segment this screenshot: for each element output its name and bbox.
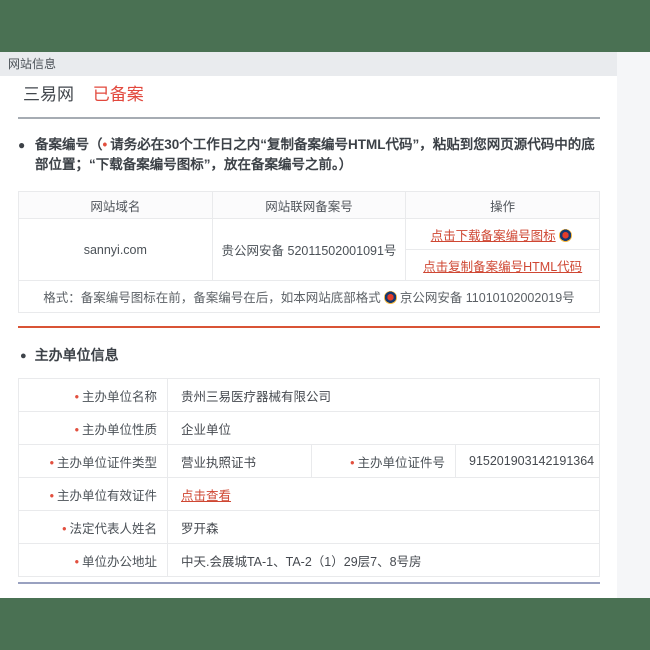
organizer-section-title-text: 主办单位信息 (34, 347, 119, 363)
divider-red (18, 326, 600, 328)
red-dot-icon: • (350, 455, 355, 470)
red-dot-icon: • (102, 137, 108, 152)
notice-prefix: 备案编号（ (35, 137, 103, 152)
bullet-icon: ● (18, 138, 26, 152)
filing-table-header-row: 网站域名 网站联网备案号 操作 (18, 191, 600, 219)
view-certificate-link[interactable]: 点击查看 (181, 489, 231, 503)
filing-status-badge: 已备案 (92, 85, 144, 104)
org-nature-label-cell: • 主办单位性质 (18, 411, 168, 445)
action-copy-cell: 点击复制备案编号HTML代码 (405, 249, 600, 281)
table-row: • 主办单位性质 企业单位 (18, 411, 600, 445)
valid-cert-value-cell: 点击查看 (167, 477, 600, 511)
format-note-cell: 格式：备案编号图标在前，备案编号在后，如本网站底部格式 京公网安备 1101010… (18, 280, 600, 313)
col-header-filing-number: 网站联网备案号 (211, 191, 407, 219)
police-badge-icon (558, 228, 572, 242)
col-header-actions: 操作 (405, 191, 600, 219)
police-badge-icon (383, 291, 397, 304)
table-row: • 法定代表人姓名 罗开森 (18, 510, 600, 544)
red-dot-icon: • (49, 488, 54, 503)
org-name-label: 主办单位名称 (81, 389, 157, 404)
notice-body: 请务必在30个工作日之内“复制备案编号HTML代码”，粘贴到您网页源代码中的底部… (35, 137, 595, 172)
red-dot-icon: • (49, 455, 54, 470)
table-row: • 主办单位名称 贵州三易医疗器械有限公司 (18, 378, 600, 412)
organizer-table: • 主办单位名称 贵州三易医疗器械有限公司 • 主办单位性质 企业单位 • 主办单位证… (18, 378, 600, 577)
table-row: • 主办单位有效证件 点击查看 (18, 477, 600, 511)
filing-format-row: 格式：备案编号图标在前，备案编号在后，如本网站底部格式 京公网安备 1101010… (18, 280, 600, 313)
filing-number-cell: 贵公网安备 52011502001091号 (211, 218, 407, 281)
card-body: 三易网 已备案 ● 备案编号（• 请务必在30个工作日之内“复制备案编号HTML代… (0, 84, 617, 584)
filing-table: 网站域名 网站联网备案号 操作 sannyi.com 贵公网安备 5201150… (18, 191, 600, 313)
red-dot-icon: • (74, 554, 79, 569)
valid-cert-label-cell: • 主办单位有效证件 (18, 477, 168, 511)
bottom-green-bar (0, 598, 650, 650)
office-address-label-cell: • 单位办公地址 (18, 543, 168, 577)
red-dot-icon: • (62, 521, 67, 536)
format-note-suffix: 京公网安备 11010102002019号 (399, 291, 575, 305)
divider-blue (18, 582, 600, 584)
org-name-label-cell: • 主办单位名称 (18, 378, 168, 412)
card-header-title: 网站信息 (8, 57, 57, 71)
format-note-prefix: 格式：备案编号图标在前，备案编号在后，如本网站底部格式 (43, 291, 381, 305)
download-badge-link[interactable]: 点击下载备案编号图标 (431, 229, 556, 243)
valid-cert-label: 主办单位有效证件 (56, 488, 157, 503)
cert-number-value: 915201903142191364 (455, 444, 600, 478)
copy-html-link[interactable]: 点击复制备案编号HTML代码 (423, 260, 582, 274)
divider-gray (18, 117, 600, 119)
org-nature-value: 企业单位 (167, 411, 600, 445)
org-name-value: 贵州三易医疗器械有限公司 (167, 378, 600, 412)
action-download-cell: 点击下载备案编号图标 (405, 218, 600, 250)
legal-rep-label: 法定代表人姓名 (69, 521, 157, 536)
cert-type-value: 营业执照证书 (167, 444, 312, 478)
top-green-bar (0, 0, 650, 52)
bullet-icon: ● (20, 350, 27, 362)
cert-type-label-cell: • 主办单位证件类型 (18, 444, 168, 478)
organizer-section-title: ● 主办单位信息 (18, 345, 600, 366)
office-address-label: 单位办公地址 (81, 554, 157, 569)
filing-table-data-row: sannyi.com 贵公网安备 52011502001091号 点击下载备案编… (18, 218, 600, 281)
office-address-value: 中天.会展城TA-1、TA-2（1）29层7、8号房 (167, 543, 600, 577)
site-info-card: 网站信息 三易网 已备案 ● 备案编号（• 请务必在30个工作日之内“复制备案编号… (0, 52, 617, 598)
org-nature-label: 主办单位性质 (81, 422, 157, 437)
site-title-row: 三易网 已备案 (18, 84, 600, 106)
legal-rep-value: 罗开森 (167, 510, 600, 544)
table-row: • 单位办公地址 中天.会展城TA-1、TA-2（1）29层7、8号房 (18, 543, 600, 577)
red-dot-icon: • (74, 422, 79, 437)
legal-rep-label-cell: • 法定代表人姓名 (18, 510, 168, 544)
notice-text: 备案编号（• 请务必在30个工作日之内“复制备案编号HTML代码”，粘贴到您网页源… (35, 137, 595, 172)
table-row: • 主办单位证件类型 营业执照证书 • 主办单位证件号 91520190314219… (18, 444, 600, 478)
cert-type-label: 主办单位证件类型 (56, 455, 157, 470)
domain-cell: sannyi.com (18, 218, 213, 281)
card-header: 网站信息 (0, 52, 617, 76)
cert-number-label-cell: • 主办单位证件号 (311, 444, 456, 478)
red-dot-icon: • (74, 389, 79, 404)
filing-number-notice: ● 备案编号（• 请务必在30个工作日之内“复制备案编号HTML代码”，粘贴到您网… (18, 135, 600, 175)
col-header-domain: 网站域名 (18, 191, 213, 219)
site-name: 三易网 (23, 85, 74, 104)
cert-number-label: 主办单位证件号 (357, 455, 445, 470)
